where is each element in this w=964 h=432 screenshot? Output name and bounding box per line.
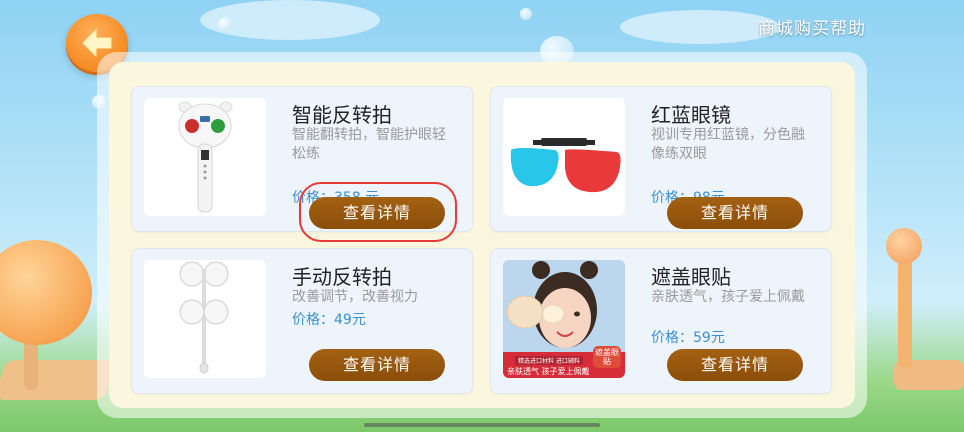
bubble <box>218 17 232 31</box>
eye-patch-banner: 亲肤透气 孩子爱上佩戴 <box>507 367 590 376</box>
product-price: 价格：59元 <box>651 330 725 346</box>
cloud <box>620 10 780 44</box>
product-description: 改善调节，改善视力 <box>292 289 418 305</box>
decor-ball <box>886 228 922 264</box>
product-image-manual-flipper <box>144 260 266 378</box>
product-image-eye-patch: 遮盖眼贴 精选进口材料 进口辅料 亲肤透气 孩子爱上佩戴 <box>503 260 625 378</box>
product-description: 亲肤透气，孩子爱上佩戴 <box>651 289 805 305</box>
highlight-annotation <box>299 182 457 242</box>
shop-help-link[interactable]: 商城购买帮助 <box>758 14 866 39</box>
decor-stem <box>898 258 912 368</box>
shop-panel: 智能反转拍 智能翻转拍，智能护眼轻松练 价格：358 元 查看详情 红蓝眼镜 视… <box>97 52 867 418</box>
eye-patch-tagline: 精选进口材料 进口辅料 <box>515 356 583 365</box>
view-details-button[interactable]: 查看详情 <box>667 197 803 229</box>
product-title: 智能反转拍 <box>292 103 392 127</box>
view-details-button[interactable]: 查看详情 <box>309 349 445 381</box>
product-card-manual-flipper: 手动反转拍 改善调节，改善视力 价格：49元 查看详情 <box>131 248 473 394</box>
bubble <box>520 8 532 20</box>
view-details-button[interactable]: 查看详情 <box>667 349 803 381</box>
product-title: 红蓝眼镜 <box>651 103 731 127</box>
product-card-red-blue-glasses: 红蓝眼镜 视训专用红蓝镜，分色融像练双眼 价格：98元 查看详情 <box>490 86 832 232</box>
product-title: 手动反转拍 <box>292 265 392 289</box>
home-indicator[interactable] <box>364 423 600 427</box>
product-price: 价格：49元 <box>292 312 366 328</box>
product-image-red-blue-glasses <box>503 98 625 216</box>
eye-patch-badge: 遮盖眼贴 <box>593 346 621 368</box>
product-description: 视训专用红蓝镜，分色融像练双眼 <box>651 127 805 162</box>
product-description: 智能翻转拍，智能护眼轻松练 <box>292 127 446 162</box>
decor-character <box>0 240 92 345</box>
shop-panel-inner: 智能反转拍 智能翻转拍，智能护眼轻松练 价格：358 元 查看详情 红蓝眼镜 视… <box>109 62 855 408</box>
product-image-smart-flipper <box>144 98 266 216</box>
product-title: 遮盖眼贴 <box>651 265 731 289</box>
product-card-eye-patch: 遮盖眼贴 精选进口材料 进口辅料 亲肤透气 孩子爱上佩戴 遮盖眼贴 亲肤透气，孩… <box>490 248 832 394</box>
